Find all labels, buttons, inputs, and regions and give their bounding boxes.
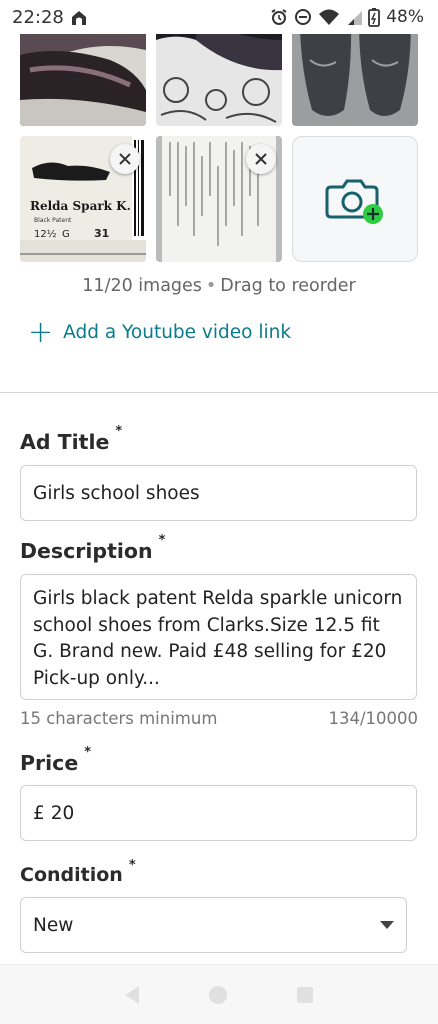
remove-photo-button[interactable] bbox=[110, 144, 140, 174]
app-notification-icon bbox=[71, 11, 86, 25]
home-icon[interactable] bbox=[209, 985, 227, 1004]
wifi-icon bbox=[319, 9, 340, 25]
price-input[interactable]: £ 20 bbox=[20, 785, 417, 841]
chevron-down-icon bbox=[380, 921, 394, 929]
add-youtube-link-label: Add a Youtube video link bbox=[63, 322, 292, 343]
description-char-counter: 134/10000 bbox=[328, 709, 418, 728]
ad-title-label: Ad Title * bbox=[20, 424, 123, 454]
photo-thumbnail-shoe-label[interactable]: Relda Spark K. Black Patent 12½ G 31 bbox=[20, 136, 146, 262]
add-photo-button[interactable] bbox=[292, 136, 418, 262]
reorder-hint: Drag to reorder bbox=[220, 276, 356, 296]
required-marker: * bbox=[84, 745, 92, 760]
price-label: Price * bbox=[20, 745, 92, 775]
alarm-icon bbox=[271, 9, 287, 25]
shoe-label-size: 12½ bbox=[34, 228, 57, 240]
required-marker: * bbox=[115, 424, 123, 439]
do-not-disturb-icon bbox=[295, 9, 312, 25]
close-icon bbox=[119, 153, 131, 165]
system-navigation-bar bbox=[0, 964, 438, 1024]
description-min-hint: 15 characters minimum bbox=[20, 709, 218, 728]
price-value: 20 bbox=[50, 802, 75, 824]
add-youtube-link[interactable]: + Add a Youtube video link bbox=[28, 314, 292, 350]
condition-select[interactable]: New bbox=[20, 897, 407, 953]
back-icon[interactable] bbox=[125, 985, 139, 1004]
ad-title-input[interactable]: Girls school shoes bbox=[20, 465, 417, 521]
condition-selected-value: New bbox=[33, 914, 74, 936]
recent-apps-icon[interactable] bbox=[297, 986, 313, 1003]
signal-icon bbox=[348, 11, 363, 25]
status-bar: 22:28 48% bbox=[0, 0, 438, 34]
image-count-hint: 11/20 images • Drag to reorder bbox=[82, 276, 356, 296]
condition-label: Condition * bbox=[20, 858, 136, 886]
description-textarea[interactable]: Girls black patent Relda sparkle unicorn… bbox=[20, 574, 417, 700]
status-time: 22:28 bbox=[12, 6, 64, 28]
currency-symbol: £ bbox=[33, 802, 45, 824]
description-label: Description * bbox=[20, 533, 166, 563]
required-marker: * bbox=[128, 858, 136, 873]
required-marker: * bbox=[158, 533, 166, 548]
shoe-label-code: 31 bbox=[94, 227, 109, 240]
battery-level: 48% bbox=[386, 7, 424, 27]
shoe-label-fit: G bbox=[62, 229, 70, 240]
battery-icon bbox=[368, 8, 381, 27]
plus-icon: + bbox=[28, 314, 54, 350]
shoe-label-colour: Black Patent bbox=[34, 217, 72, 224]
camera-add-icon bbox=[325, 179, 383, 224]
remove-photo-button[interactable] bbox=[246, 144, 276, 174]
description-hint-row: 15 characters minimum 134/10000 bbox=[20, 709, 418, 728]
divider bbox=[0, 392, 438, 393]
close-icon bbox=[255, 153, 267, 165]
image-count: 11/20 images bbox=[82, 276, 202, 296]
shoe-label-name: Relda Spark K. bbox=[30, 199, 131, 213]
photo-thumbnail-receipt[interactable] bbox=[156, 136, 282, 262]
